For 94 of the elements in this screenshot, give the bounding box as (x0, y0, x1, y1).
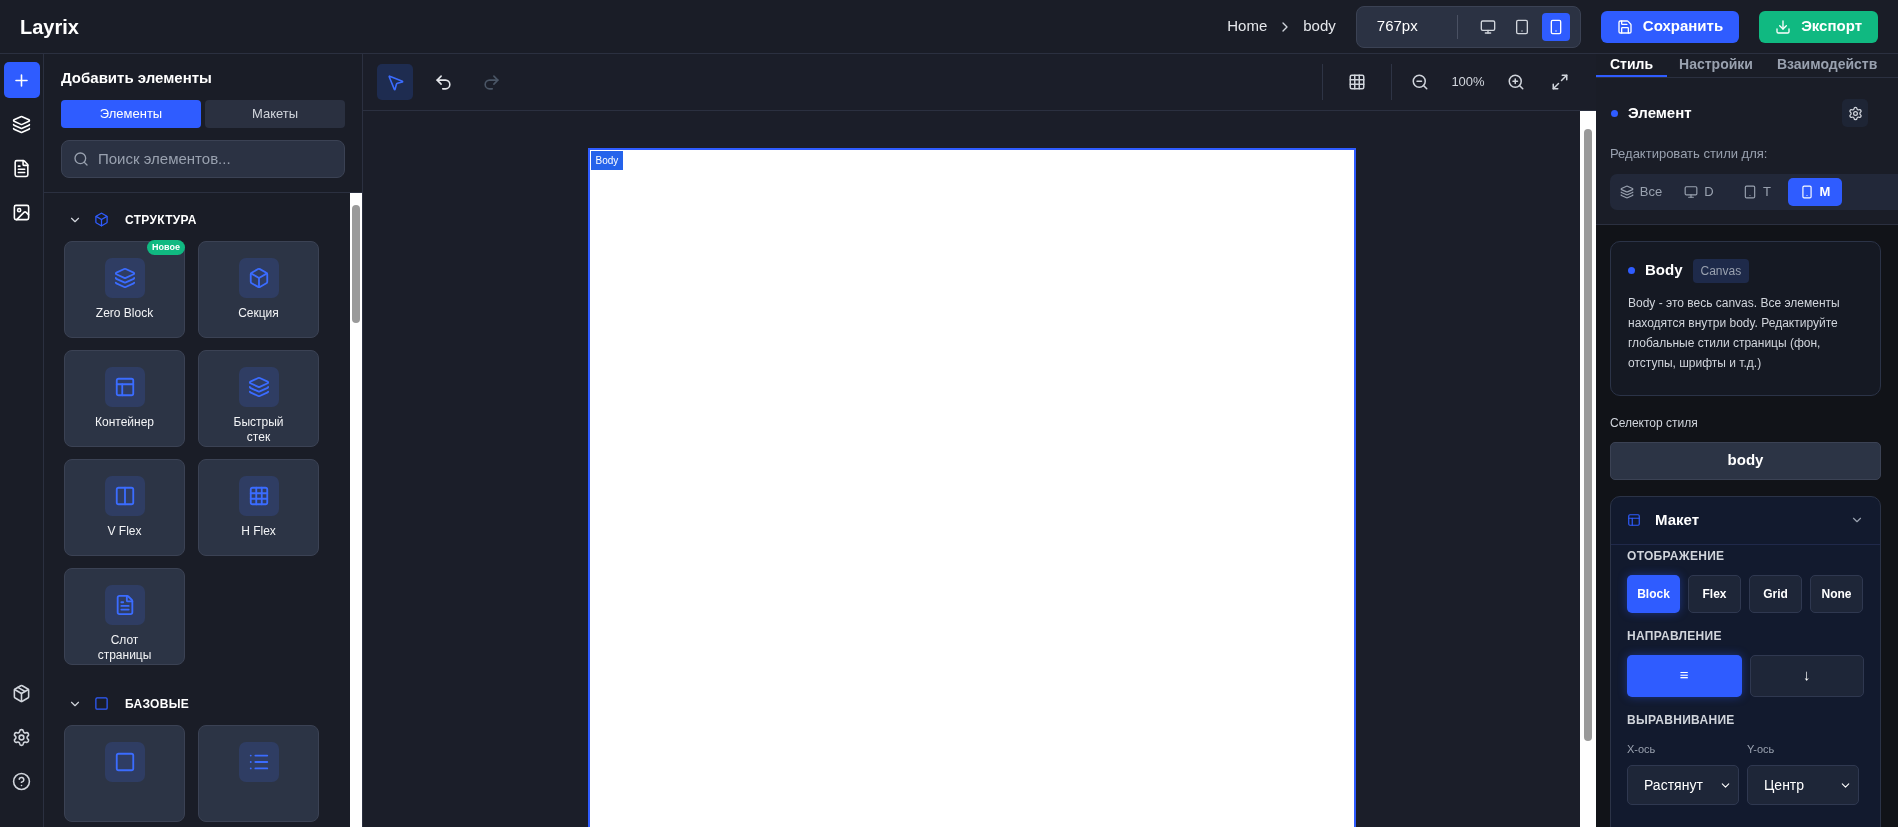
tablet-icon (1513, 18, 1530, 35)
element-card[interactable]: Быстрый стек (198, 349, 319, 447)
element-label: Быстрый стек (232, 414, 285, 445)
search-field[interactable]: Поиск элементов... (61, 139, 345, 178)
direction-option[interactable]: ↓ (1749, 654, 1864, 697)
element-card[interactable]: Слот страницы (64, 567, 185, 665)
app-logo: Layrix (20, 14, 79, 40)
zoom-level: 100% (1450, 73, 1486, 92)
phone-icon (1799, 184, 1814, 199)
expand-icon (1551, 73, 1569, 91)
breakpoint-tab[interactable]: M (1788, 177, 1842, 206)
element-label: V Flex (106, 523, 143, 539)
zoom-in-icon (1507, 73, 1525, 91)
panel-title: Добавить элементы (61, 68, 213, 88)
box-icon (94, 212, 109, 227)
grid-icon (1348, 73, 1366, 91)
package-icon (12, 683, 31, 703)
cursor-icon (385, 72, 405, 92)
element-tag: Canvas (1692, 258, 1750, 283)
panel-tab[interactable]: Элементы (61, 99, 201, 128)
element-label: Zero Block (94, 305, 155, 321)
columns-icon (113, 484, 136, 507)
panel-tab[interactable]: Макеты (205, 99, 345, 128)
square-icon (113, 750, 136, 773)
page-label: Body (590, 151, 624, 170)
section-title: Макет (1655, 509, 1700, 530)
display-option[interactable]: Flex (1688, 574, 1741, 613)
element-name: Body (1645, 260, 1683, 281)
image-icon (12, 202, 31, 222)
stack-icon (247, 375, 270, 398)
device-button[interactable] (1541, 12, 1570, 41)
element-card[interactable]: Секция (198, 240, 319, 338)
viewport-width[interactable]: 767px (1366, 15, 1457, 38)
element-label: Контейнер (94, 414, 155, 430)
layout-icon (1627, 513, 1641, 527)
box-icon (247, 266, 270, 289)
element-title: Элемент (1628, 102, 1692, 123)
scrollbar-thumb[interactable] (1584, 129, 1592, 741)
display-option[interactable]: None (1810, 574, 1863, 613)
element-label: Секция (237, 305, 280, 321)
download-icon (1775, 18, 1792, 35)
scrollbar-thumb[interactable] (352, 204, 360, 323)
display-option[interactable]: Block (1627, 574, 1680, 613)
breakpoint-tab[interactable]: T (1730, 177, 1784, 206)
monitor-icon (1479, 18, 1496, 35)
layers-icon (113, 266, 136, 289)
element-description: Body - это весь canvas. Все элементы находятся внутри body. Редактируйте глобальные стили страницы (фон, отступы, шрифты и т.д.) (1628, 294, 1841, 372)
selector-label: Селектор стиля (1610, 414, 1699, 432)
direction-option[interactable]: ≡ (1627, 654, 1742, 697)
help-icon (12, 771, 31, 791)
inspector-tab[interactable]: Настройки (1667, 54, 1765, 77)
group-label: НАПРАВЛЕНИЕ (1627, 627, 1723, 645)
rail-button[interactable] (3, 62, 40, 98)
breadcrumb-item[interactable]: body (1303, 15, 1336, 38)
settings-icon (12, 727, 31, 747)
layers-icon (12, 114, 31, 134)
canvas-page[interactable]: Body (587, 148, 1356, 827)
redo-icon (481, 72, 501, 92)
save-icon (1616, 18, 1633, 35)
layers-icon (1619, 184, 1634, 199)
breakpoint-tab[interactable]: Все (1614, 177, 1668, 206)
save-button[interactable]: Сохранить (1600, 10, 1740, 43)
element-card[interactable]: V Flex (64, 458, 185, 556)
settings-button[interactable] (1842, 99, 1868, 127)
selector-button[interactable]: body (1610, 441, 1881, 480)
field-label: Y-ось (1747, 741, 1776, 757)
element-card[interactable]: H Flex (198, 458, 319, 556)
group-label: ОТОБРАЖЕНИЕ (1627, 547, 1726, 565)
tablet-icon (1743, 184, 1757, 199)
new-badge: Новое (147, 239, 185, 255)
layout-icon (113, 375, 136, 398)
element-label: H Flex (240, 523, 277, 539)
element-card[interactable]: Контейнер (64, 349, 185, 447)
element-label: Слот страницы (96, 632, 153, 663)
select-field[interactable]: Растянут (1627, 765, 1739, 805)
section-title: СТРУКТУРА (125, 211, 197, 229)
monitor-icon (1684, 184, 1699, 199)
select-field[interactable]: Центр (1747, 765, 1859, 805)
breadcrumb-item[interactable]: Home (1227, 15, 1268, 38)
edit-for-label: Редактировать стили для: (1610, 145, 1769, 163)
display-option[interactable]: Grid (1749, 574, 1802, 613)
element-card[interactable]: Новое Zero Block (64, 240, 185, 338)
square-icon (94, 696, 109, 711)
inspector-tab[interactable]: Взаимодейств (1764, 54, 1890, 77)
group-label: ВЫРАВНИВАНИЕ (1627, 711, 1736, 729)
section-title: БАЗОВЫЕ (125, 695, 190, 713)
field-label: X-ось (1627, 741, 1657, 757)
search-icon (73, 150, 89, 167)
breakpoint-tab[interactable]: D (1672, 177, 1726, 206)
undo-icon (433, 72, 453, 92)
settings-icon (1847, 105, 1863, 121)
zoom-out-icon (1411, 73, 1429, 91)
grid-icon (247, 484, 270, 507)
document-icon (12, 158, 31, 178)
